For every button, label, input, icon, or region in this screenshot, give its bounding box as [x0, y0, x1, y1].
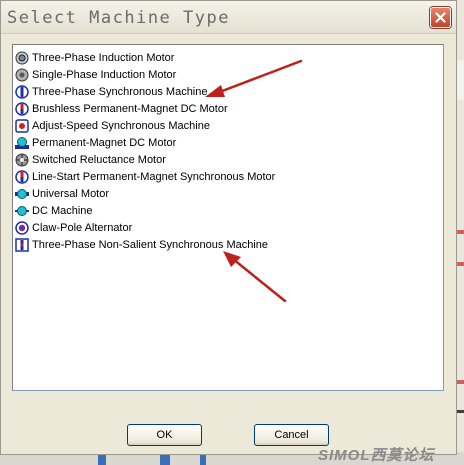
list-item-single-phase-induction-motor[interactable]: Single-Phase Induction Motor — [15, 66, 176, 83]
dc-machine-icon — [15, 204, 29, 218]
universal-motor-icon — [15, 187, 29, 201]
list-item-label: Three-Phase Induction Motor — [32, 51, 175, 64]
list-item-dc-machine[interactable]: DC Machine — [15, 202, 93, 219]
list-item-label: Brushless Permanent-Magnet DC Motor — [32, 102, 228, 115]
cancel-button[interactable]: Cancel — [254, 424, 329, 446]
list-item-three-phase-synchronous-machine[interactable]: Three-Phase Synchronous Machine — [15, 83, 207, 100]
reluctance-motor-icon — [15, 153, 29, 167]
watermark: SIMOL西莫论坛 — [318, 447, 435, 464]
pm-dc-motor-icon — [15, 136, 29, 150]
dialog-title: Select Machine Type — [7, 8, 230, 28]
annotation-arrow-upper — [205, 59, 303, 97]
select-machine-type-dialog: Select Machine Type Three-Phase Inductio… — [0, 0, 457, 455]
close-icon — [435, 12, 446, 23]
claw-pole-alternator-icon — [15, 220, 29, 235]
list-item-label: Permanent-Magnet DC Motor — [32, 136, 177, 149]
list-item-label: Line-Start Permanent-Magnet Synchronous … — [32, 170, 276, 183]
list-item-claw-pole-alternator[interactable]: Claw-Pole Alternator — [15, 219, 132, 236]
induction-motor-icon — [15, 51, 29, 65]
list-item-adjust-speed-synchronous-machine[interactable]: Adjust-Speed Synchronous Machine — [15, 117, 210, 134]
list-item-three-phase-induction-motor[interactable]: Three-Phase Induction Motor — [15, 49, 174, 66]
single-phase-motor-icon — [15, 68, 29, 82]
list-item-label: Switched Reluctance Motor — [32, 153, 166, 166]
synchronous-machine-icon — [15, 84, 29, 99]
annotation-arrow-lower — [223, 251, 287, 303]
ok-button[interactable]: OK — [127, 424, 202, 446]
brushless-dc-motor-icon — [15, 101, 29, 116]
list-item-line-start-pm-synchronous-motor[interactable]: Line-Start Permanent-Magnet Synchronous … — [15, 168, 275, 185]
list-item-label: Claw-Pole Alternator — [32, 221, 133, 234]
line-start-motor-icon — [15, 169, 29, 184]
list-item-label: Adjust-Speed Synchronous Machine — [32, 119, 210, 132]
list-item-label: Single-Phase Induction Motor — [32, 68, 177, 81]
adjust-speed-machine-icon — [15, 118, 29, 133]
list-item-label: Three-Phase Synchronous Machine — [32, 85, 208, 98]
title-bar[interactable]: Select Machine Type — [1, 1, 456, 34]
list-item-label: DC Machine — [32, 204, 93, 217]
list-item-universal-motor[interactable]: Universal Motor — [15, 185, 109, 202]
list-item-pm-dc-motor[interactable]: Permanent-Magnet DC Motor — [15, 134, 176, 151]
non-salient-machine-icon — [15, 237, 29, 252]
list-item-label: Universal Motor — [32, 187, 110, 200]
close-button[interactable] — [430, 7, 451, 28]
list-item-switched-reluctance-motor[interactable]: Switched Reluctance Motor — [15, 151, 166, 168]
